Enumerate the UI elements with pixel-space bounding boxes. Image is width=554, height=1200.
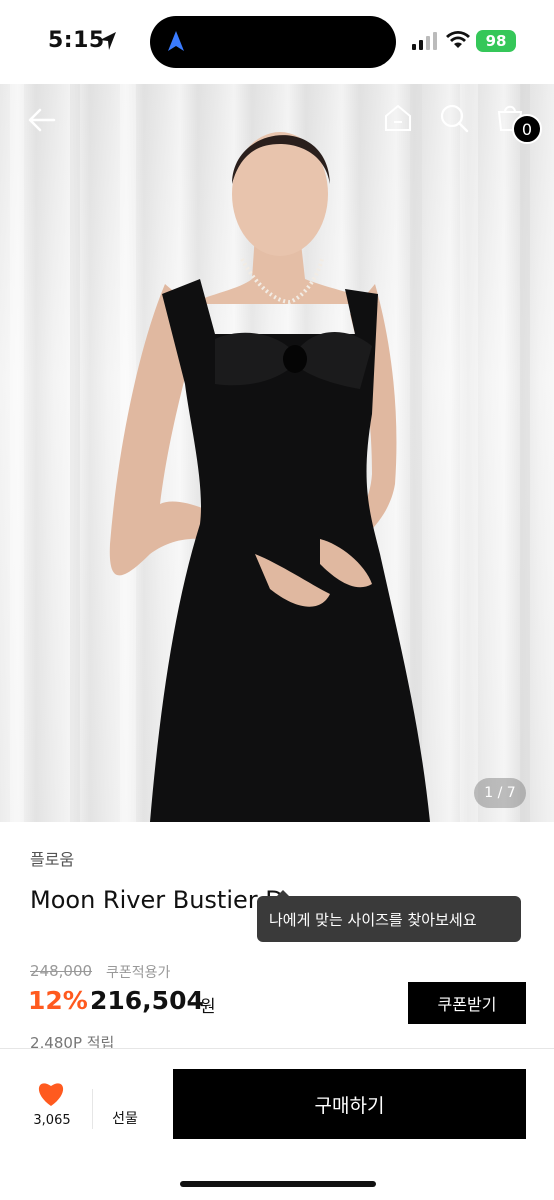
bottom-action-bar: 3,065 선물 구매하기 [0,1048,554,1200]
tooltip-text: 나에게 맞는 사이즈를 찾아보세요 [269,910,477,929]
buy-button[interactable]: 구매하기 [173,1069,526,1139]
battery-icon: 98 [476,30,516,52]
product-title: Moon River Bustier D [30,886,284,914]
cart-count-badge[interactable]: 0 [512,114,542,144]
get-coupon-button[interactable]: 쿠폰받기 [408,982,526,1024]
sale-price: 216,504 [90,986,204,1015]
back-arrow-icon[interactable] [26,104,58,136]
divider [92,1089,93,1129]
battery-level: 98 [485,32,507,50]
status-time: 5:15 [48,28,105,53]
coupon-price-label: 쿠폰적용가 [106,965,171,981]
home-indicator [180,1181,376,1187]
home-icon[interactable] [382,102,414,134]
product-photo [10,84,530,822]
dynamic-island [150,16,396,68]
gallery-page-indicator: 1 / 7 [474,778,526,808]
navigation-arrow-icon [168,31,184,51]
wifi-icon [446,31,470,48]
discount-rate: 12% [28,986,88,1015]
brand-name[interactable]: 플로움 [30,846,74,870]
currency-unit: 원 [200,997,216,1017]
original-price: 248,000 [30,962,93,980]
product-image-gallery[interactable]: 0 1 / 7 [0,84,554,822]
cart-count: 0 [521,119,533,139]
gift-button[interactable]: 선물 [100,1103,150,1133]
status-bar: 5:15 98 [0,0,554,84]
like-count: 3,065 [33,1113,71,1128]
signal-icon [412,32,437,50]
like-button[interactable]: 3,065 [24,1079,80,1135]
heart-icon [38,1083,64,1106]
location-arrow-icon [100,32,116,50]
search-icon[interactable] [438,102,470,134]
size-guide-tooltip[interactable]: 나에게 맞는 사이즈를 찾아보세요 [257,890,521,942]
gallery-page-text: 1 / 7 [484,785,516,801]
reward-points: 2,480P 적립 [30,1034,115,1048]
